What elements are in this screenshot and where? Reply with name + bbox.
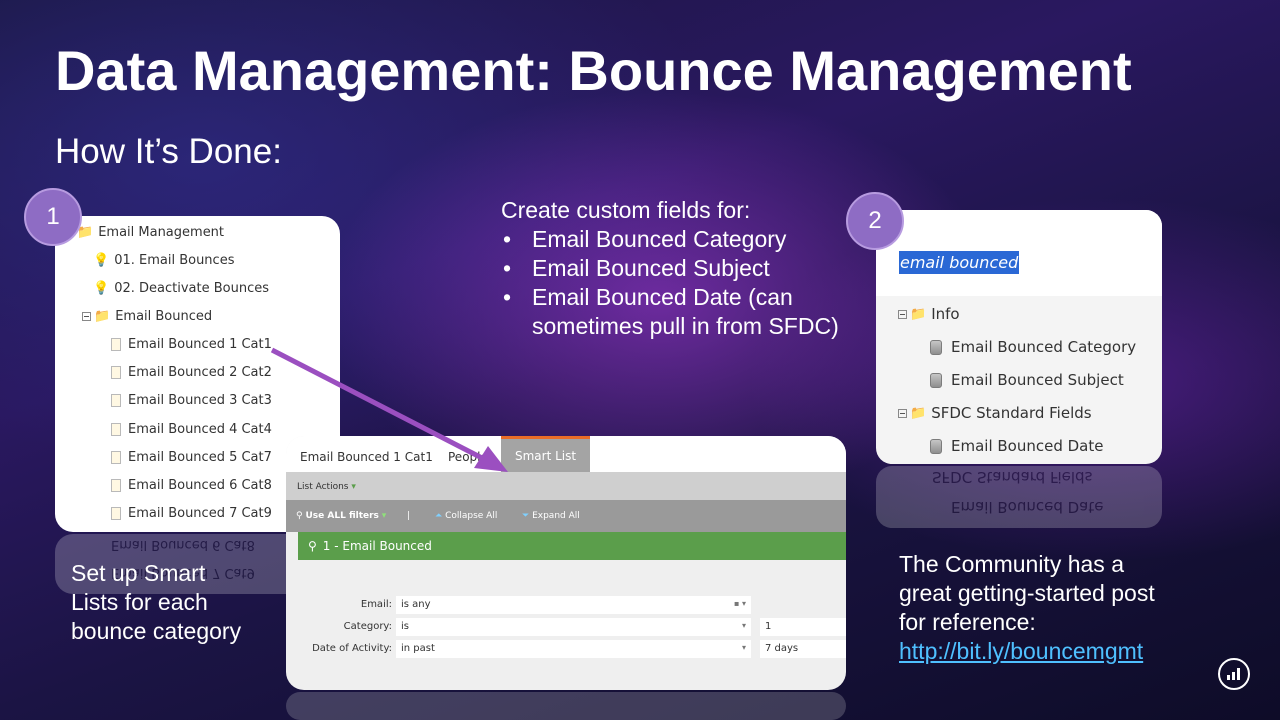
smart-list-icon <box>111 507 121 520</box>
date-operator-select[interactable]: in past ▾ <box>396 640 751 658</box>
collapse-icon: ⏶ <box>435 511 443 521</box>
filter-row-date: Date of Activity: in past ▾ 7 days <box>286 640 846 658</box>
lightbulb-icon: 💡 <box>93 253 110 268</box>
folder-icon: 📁 <box>910 405 927 421</box>
step-2-badge: 2 <box>846 192 904 250</box>
chevron-down-icon: ▾ <box>741 621 746 630</box>
filter-row-email: Email: is any ▪ ▾ <box>286 596 846 614</box>
list-actions-menu[interactable]: List Actions ▾ <box>297 482 356 492</box>
date-value-input[interactable]: 7 days <box>760 640 846 658</box>
smart-list-icon <box>111 338 121 351</box>
collapse-toggle-icon[interactable] <box>898 408 907 418</box>
reflection-text: SFDC Standard Fields <box>932 468 1093 486</box>
right-caption: The Community has a great getting-starte… <box>899 551 1155 666</box>
smart-list-icon <box>111 366 121 379</box>
smart-list-icon <box>111 479 121 492</box>
reflection-text: Email Bounced 6 Cat8 <box>111 537 255 552</box>
smart-list-item[interactable]: Email Bounced 5 Cat7 <box>111 450 272 465</box>
filter-label: Category: <box>343 621 392 632</box>
chevron-down-icon: ▾ <box>351 482 356 492</box>
chevron-down-icon: ▾ <box>381 511 387 521</box>
category-operator-select[interactable]: is ▾ <box>396 618 751 636</box>
bullet-item: Email Bounced Category <box>501 225 852 254</box>
custom-fields-text: Create custom fields for: Email Bounced … <box>501 196 852 341</box>
filter-label: Date of Activity: <box>312 643 392 654</box>
bullet-item: Email Bounced Date (can sometimes pull i… <box>501 283 852 341</box>
field-search-panel: email bounced 📁 Info Email Bounced Categ… <box>876 210 1162 464</box>
collapse-toggle-icon[interactable] <box>82 312 91 321</box>
slide-subtitle: How It’s Done: <box>55 132 282 171</box>
smart-list-icon <box>111 423 121 436</box>
bullet-item: Email Bounced Subject <box>501 254 852 283</box>
category-value-input[interactable]: 1 <box>760 618 846 636</box>
filter-icon: ⚲ <box>308 539 317 553</box>
use-all-filters-menu[interactable]: ⚲ Use ALL filters ▾ <box>296 511 386 521</box>
folder-icon: 📁 <box>94 309 111 324</box>
smart-list-panel: Email Bounced 1 Cat1 People Smart List L… <box>286 436 846 690</box>
filter-row-category: Category: is ▾ 1 <box>286 618 846 636</box>
field-item[interactable]: Email Bounced Category <box>930 338 1136 356</box>
lightbulb-icon: 💡 <box>93 281 110 296</box>
expand-icon: ⏷ <box>522 511 530 521</box>
field-group-sfdc[interactable]: 📁 SFDC Standard Fields <box>898 404 1092 422</box>
left-caption: Set up Smart Lists for each bounce categ… <box>71 560 242 644</box>
smart-list-item[interactable]: Email Bounced 7 Cat9 <box>111 506 272 521</box>
field-search-box[interactable]: email bounced <box>876 210 1162 296</box>
list-actions-bar: List Actions ▾ <box>286 472 846 500</box>
tree-folder-email-bounced[interactable]: 📁 Email Bounced <box>82 309 212 324</box>
field-item[interactable]: Email Bounced Date <box>930 437 1103 455</box>
smart-panel-reflection <box>286 692 846 720</box>
collapse-all-button[interactable]: ⏶ Collapse All <box>435 511 497 521</box>
custom-fields-intro: Create custom fields for: <box>501 197 751 223</box>
collapse-toggle-icon[interactable] <box>898 309 907 319</box>
chevron-down-icon: ▾ <box>741 643 746 652</box>
filter-label: Email: <box>360 599 392 610</box>
field-item[interactable]: Email Bounced Subject <box>930 371 1124 389</box>
search-panel-reflection: Email Bounced Date SFDC Standard Fields <box>876 466 1162 528</box>
tab-bar: Email Bounced 1 Cat1 People Smart List <box>286 436 846 472</box>
tree-root[interactable]: 📁 Email Management <box>77 225 224 240</box>
smart-list-icon <box>111 394 121 407</box>
slide-title: Data Management: Bounce Management <box>55 39 1132 102</box>
tab-email-bounced[interactable]: Email Bounced 1 Cat1 <box>300 450 433 464</box>
filter-toolbar: ⚲ Use ALL filters ▾ | ⏶ Collapse All ⏷ E… <box>286 500 846 532</box>
expand-all-button[interactable]: ⏷ Expand All <box>522 511 580 521</box>
community-post-link[interactable]: http://bit.ly/bouncemgmt <box>899 637 1155 666</box>
filter-icon: ⚲ <box>296 511 303 521</box>
tab-smart-list[interactable]: Smart List <box>501 436 591 472</box>
field-group-info[interactable]: 📁 Info <box>898 305 960 323</box>
smart-list-item[interactable]: Email Bounced 3 Cat3 <box>111 393 272 408</box>
tree-item-deactivate-bounces[interactable]: 💡 02. Deactivate Bounces <box>93 281 269 296</box>
smart-list-item[interactable]: Email Bounced 4 Cat4 <box>111 422 272 437</box>
toolbar-separator: | <box>407 511 411 521</box>
folder-icon: 📁 <box>910 306 927 322</box>
search-query: email bounced <box>899 251 1020 274</box>
chevron-down-icon: ▪ ▾ <box>734 599 746 608</box>
database-icon <box>930 339 942 355</box>
bar-chart-icon <box>1227 668 1240 680</box>
reflection-text: Email Bounced Date <box>951 498 1104 516</box>
email-operator-select[interactable]: is any ▪ ▾ <box>396 596 751 614</box>
database-icon <box>930 372 942 388</box>
smart-list-item[interactable]: Email Bounced 2 Cat2 <box>111 365 272 380</box>
smart-list-item[interactable]: Email Bounced 6 Cat8 <box>111 478 272 493</box>
tree-item-email-bounces[interactable]: 💡 01. Email Bounces <box>93 253 234 268</box>
marketo-logo-icon <box>1218 658 1250 690</box>
smart-list-icon <box>111 451 121 464</box>
database-icon <box>930 438 942 454</box>
tab-people[interactable]: People <box>448 450 488 464</box>
filter-header[interactable]: ⚲ 1 - Email Bounced <box>298 532 846 560</box>
smart-list-item[interactable]: Email Bounced 1 Cat1 <box>111 337 272 352</box>
step-1-badge: 1 <box>24 188 82 246</box>
